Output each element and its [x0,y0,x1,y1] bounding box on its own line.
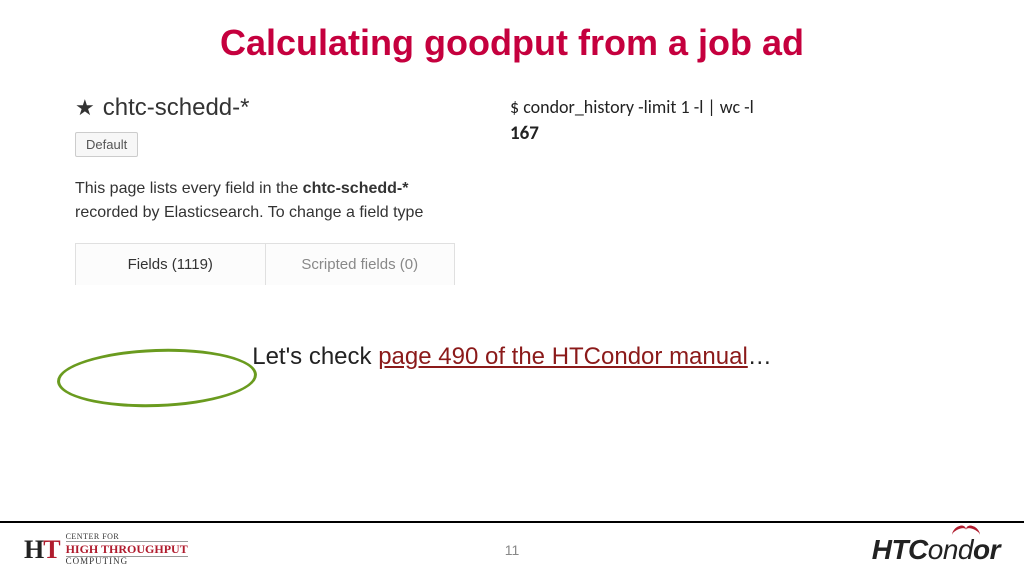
tab-scripted-fields[interactable]: Scripted fields (0) [266,244,455,285]
manual-link[interactable]: page 490 of the HTCondor manual [378,343,748,370]
htc-on: ond [928,534,973,565]
htc-c: C [908,534,928,565]
desc-bold: chtc-schedd-* [303,180,409,197]
kibana-panel: ★ chtc-schedd-* Default This page lists … [75,94,475,285]
shell-output: 167 [510,122,754,145]
shell-command: $ condor_history -limit 1 -l | wc -l [510,96,754,118]
default-badge: Default [75,132,138,157]
slide-title: Calculating goodput from a job ad [0,0,1024,64]
htc-ht: HT [872,534,908,565]
lets-suffix: … [748,343,772,370]
tab-fields[interactable]: Fields (1119) [76,244,266,285]
htcondor-logo: HTCondor [872,534,1000,566]
page-number: 11 [505,542,520,558]
field-tabs: Fields (1119) Scripted fields (0) [75,243,455,285]
pattern-description: This page lists every field in the chtc-… [75,177,465,225]
star-icon: ★ [75,95,95,121]
logo-t: T [43,535,59,564]
lets-prefix: Let's check [252,343,378,370]
chtc-logo: HT CENTER FOR HIGH THROUGHPUT COMPUTING [24,533,188,566]
chtc-line2: HIGH THROUGHPUT [66,541,188,557]
lets-check-line: Let's check page 490 of the HTCondor man… [0,343,1024,371]
chtc-line3: COMPUTING [66,557,188,566]
chtc-line1: CENTER FOR [66,533,188,541]
ht-mark-icon: HT [24,535,60,565]
desc-text-2: recorded by Elasticsearch. To change a f… [75,204,423,221]
slide-footer: HT CENTER FOR HIGH THROUGHPUT COMPUTING … [0,521,1024,576]
index-pattern-header: ★ chtc-schedd-* [75,94,475,122]
desc-text-1: This page lists every field in the [75,180,303,197]
terminal-panel: $ condor_history -limit 1 -l | wc -l 167 [475,94,754,285]
content-area: ★ chtc-schedd-* Default This page lists … [0,64,1024,285]
chtc-text: CENTER FOR HIGH THROUGHPUT COMPUTING [66,533,188,566]
index-pattern-name: chtc-schedd-* [103,94,250,122]
logo-h: H [24,535,43,564]
bird-icon [952,526,980,538]
